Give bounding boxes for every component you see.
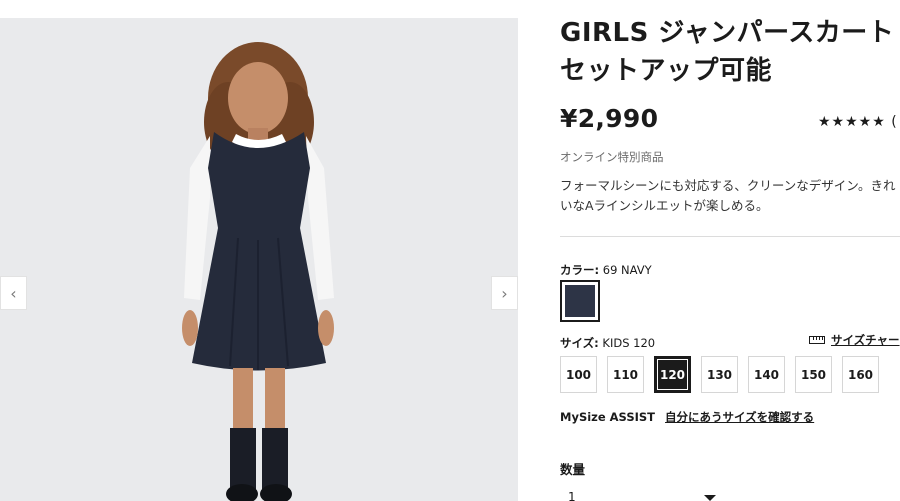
product-gallery: ‹ ›	[0, 18, 518, 501]
size-option-110[interactable]: 110	[607, 356, 644, 393]
size-options: 100 110 120 130 140 150 160	[560, 356, 879, 393]
divider	[560, 236, 900, 237]
color-value: 69 NAVY	[602, 263, 652, 277]
chevron-right-icon: ›	[501, 283, 508, 303]
rating-stars: ★★★★★	[818, 114, 886, 130]
size-option-100[interactable]: 100	[560, 356, 597, 393]
size-option-130[interactable]: 130	[701, 356, 738, 393]
size-chart-link[interactable]: サイズチャー	[809, 332, 900, 348]
online-exclusive-badge: オンライン特別商品	[560, 150, 664, 164]
mysize-assist-link[interactable]: 自分にあうサイズを確認する	[665, 410, 814, 424]
size-option-120[interactable]: 120	[654, 356, 691, 393]
product-title-line1: GIRLS ジャンパースカート	[560, 18, 895, 48]
product-title-line2: セットアップ可能	[560, 56, 773, 86]
product-price: ¥2,990	[560, 104, 659, 133]
product-description: フォーマルシーンにも対応する、クリーンなデザイン。きれいなAラインシルエットが楽…	[560, 178, 896, 213]
product-photo	[0, 18, 518, 501]
size-option-140[interactable]: 140	[748, 356, 785, 393]
quantity-select[interactable]: 1	[560, 487, 720, 501]
color-label-row: カラー: 69 NAVY	[560, 262, 652, 278]
color-label: カラー:	[560, 263, 600, 277]
chevron-left-icon: ‹	[10, 283, 17, 303]
product-title: GIRLS ジャンパースカート セットアップ可能	[560, 14, 900, 90]
size-value: KIDS 120	[602, 336, 656, 350]
quantity-value: 1	[568, 490, 576, 501]
size-chart-label: サイズチャー	[831, 333, 900, 347]
mysize-assist-row: MySize ASSIST 自分にあうサイズを確認する	[560, 409, 814, 425]
caret-down-icon	[704, 495, 716, 501]
size-label: サイズ:	[560, 336, 599, 350]
gallery-prev-button[interactable]: ‹	[0, 276, 27, 310]
size-label-row: サイズ: KIDS 120	[560, 335, 655, 351]
gallery-next-button[interactable]: ›	[491, 276, 518, 310]
color-swatch-navy[interactable]	[560, 280, 600, 322]
rating-count-paren: (	[891, 114, 898, 130]
size-option-150[interactable]: 150	[795, 356, 832, 393]
product-info-panel: GIRLS ジャンパースカート セットアップ可能 ¥2,990 ★★★★★ ( …	[560, 0, 900, 501]
rating[interactable]: ★★★★★ (	[818, 114, 898, 130]
color-swatch-fill	[565, 285, 595, 317]
ruler-icon	[809, 336, 825, 344]
size-option-160[interactable]: 160	[842, 356, 879, 393]
mysize-assist-label: MySize ASSIST	[560, 410, 656, 424]
quantity-label: 数量	[560, 462, 586, 477]
